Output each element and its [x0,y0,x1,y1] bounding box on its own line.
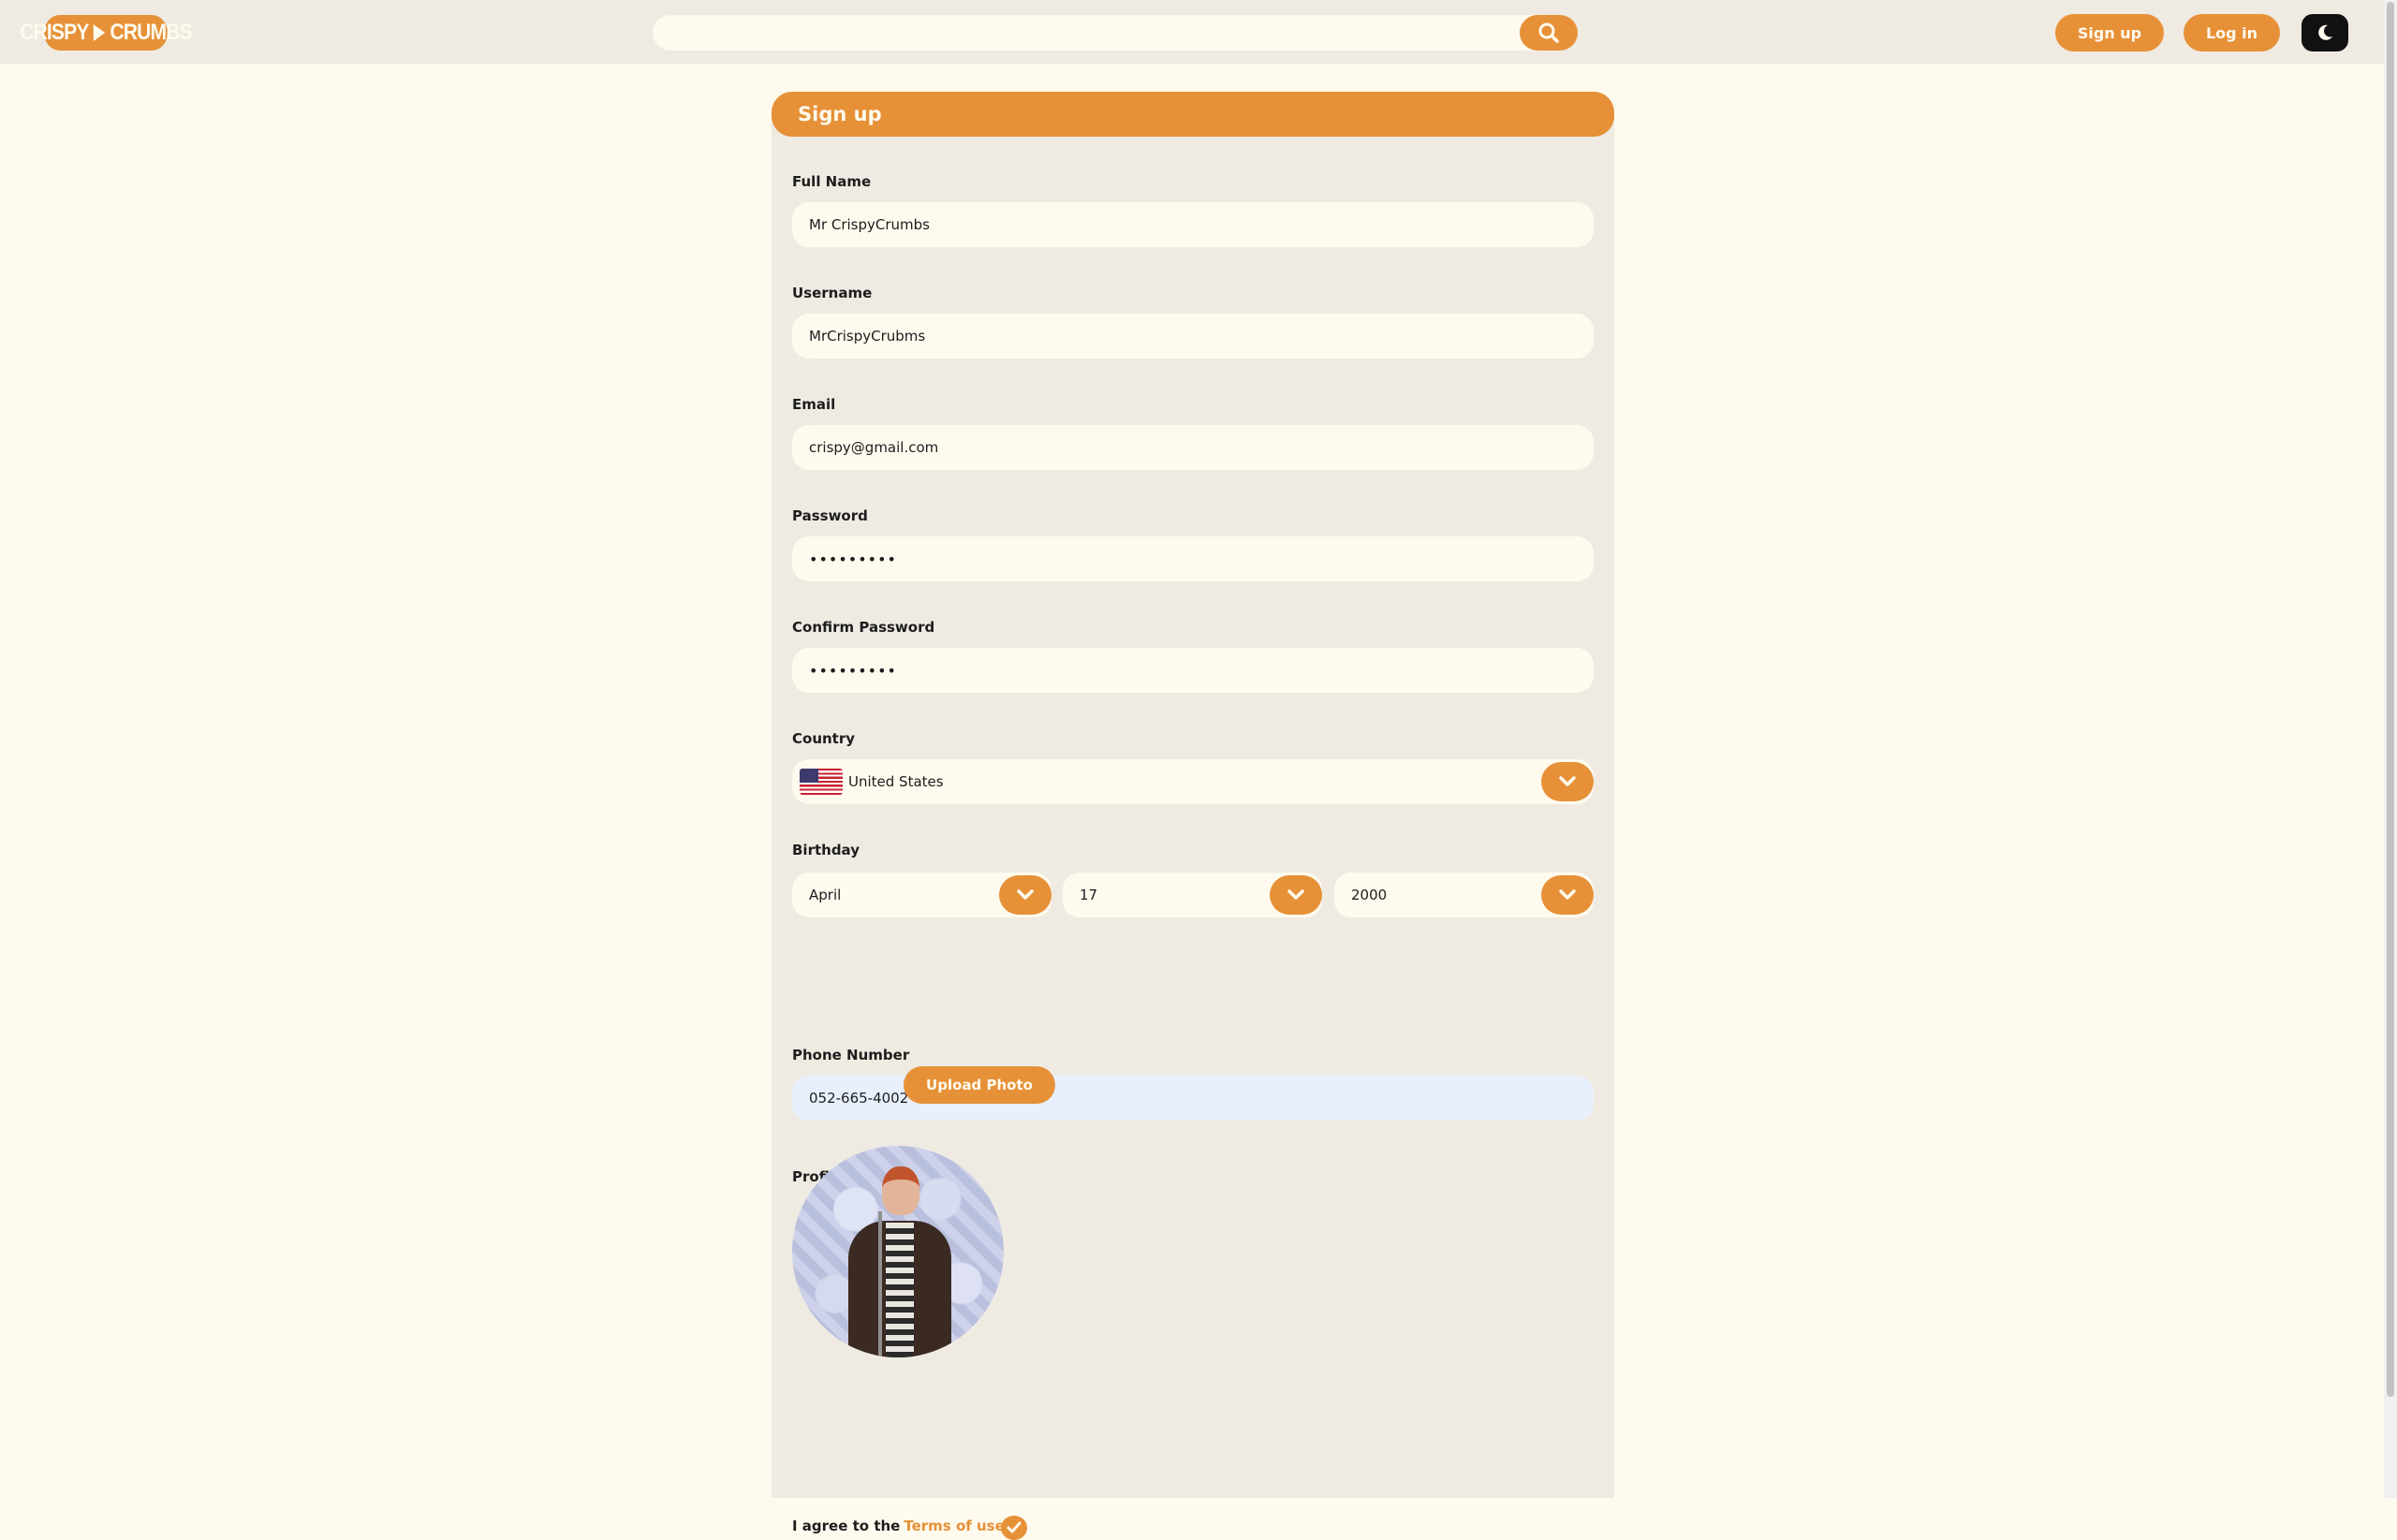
upload-photo-button[interactable]: Upload Photo [904,1066,1055,1104]
password-label: Password [792,507,868,524]
email-label: Email [792,396,836,413]
country-value: United States [848,773,944,790]
phone-value: 052-665-4002 [809,1090,909,1107]
scrollbar-thumb[interactable] [2387,2,2394,1397]
chevron-down-icon [1287,889,1304,900]
username-value: MrCrispyCrubms [809,328,926,345]
terms-of-use-link[interactable]: Terms of use [904,1518,1004,1534]
month-dropdown-button[interactable] [999,875,1051,915]
country-dropdown-button[interactable] [1541,762,1594,801]
terms-checkbox[interactable] [1001,1516,1027,1540]
chevron-down-icon [1017,889,1034,900]
chevron-down-icon [1559,776,1576,786]
phone-label: Phone Number [792,1047,910,1063]
logo-text-left: CRISPY [20,20,89,45]
username-label: Username [792,285,873,301]
signup-button[interactable]: Sign up [2055,14,2164,51]
birthday-day-select[interactable]: 17 [1063,873,1322,917]
search-input[interactable] [653,15,1514,51]
year-dropdown-button[interactable] [1541,875,1594,915]
search-bar [653,15,1578,51]
confirm-password-value: ••••••••• [809,661,897,680]
email-value: crispy@gmail.com [809,439,939,456]
crispy-crumbs-logo[interactable]: CRISPY CRUMBS [20,15,193,51]
birthday-month-value: April [809,887,842,903]
full-name-value: Mr CrispyCrumbs [809,216,930,233]
top-navbar: CRISPY CRUMBS Sign up Log in [0,0,2384,64]
page-scrollbar[interactable] [2384,0,2397,1498]
play-icon [93,24,106,41]
moon-icon [2318,24,2332,40]
birthday-year-value: 2000 [1351,887,1388,903]
login-button[interactable]: Log in [2184,14,2280,51]
confirm-password-label: Confirm Password [792,619,935,636]
birthday-year-select[interactable]: 2000 [1334,873,1594,917]
logo-text-right: CRUMBS [110,20,192,45]
terms-agreement: I agree to the Terms of use [792,1518,1005,1534]
birthday-label: Birthday [792,842,860,858]
search-button[interactable] [1520,15,1578,51]
country-select[interactable]: United States [792,759,1594,804]
birthday-day-value: 17 [1080,887,1098,903]
country-label: Country [792,730,856,747]
theme-toggle-button[interactable] [2301,14,2348,51]
full-name-field[interactable]: Mr CrispyCrumbs [792,202,1594,247]
us-flag-icon [800,769,843,795]
signup-form-card: Sign up Full Name Mr CrispyCrumbs Userna… [772,92,1614,1540]
birthday-month-select[interactable]: April [792,873,1051,917]
full-name-label: Full Name [792,173,872,190]
profile-photo-preview [792,1146,1004,1357]
search-icon [1538,22,1559,43]
confirm-password-field[interactable]: ••••••••• [792,648,1594,693]
email-field[interactable]: crispy@gmail.com [792,425,1594,470]
form-title: Sign up [772,92,1614,137]
chevron-down-icon [1559,889,1576,900]
password-value: ••••••••• [809,550,897,568]
terms-prefix: I agree to the [792,1518,901,1534]
checkmark-icon [1007,1521,1022,1533]
password-field[interactable]: ••••••••• [792,536,1594,581]
username-field[interactable]: MrCrispyCrubms [792,314,1594,359]
day-dropdown-button[interactable] [1270,875,1322,915]
